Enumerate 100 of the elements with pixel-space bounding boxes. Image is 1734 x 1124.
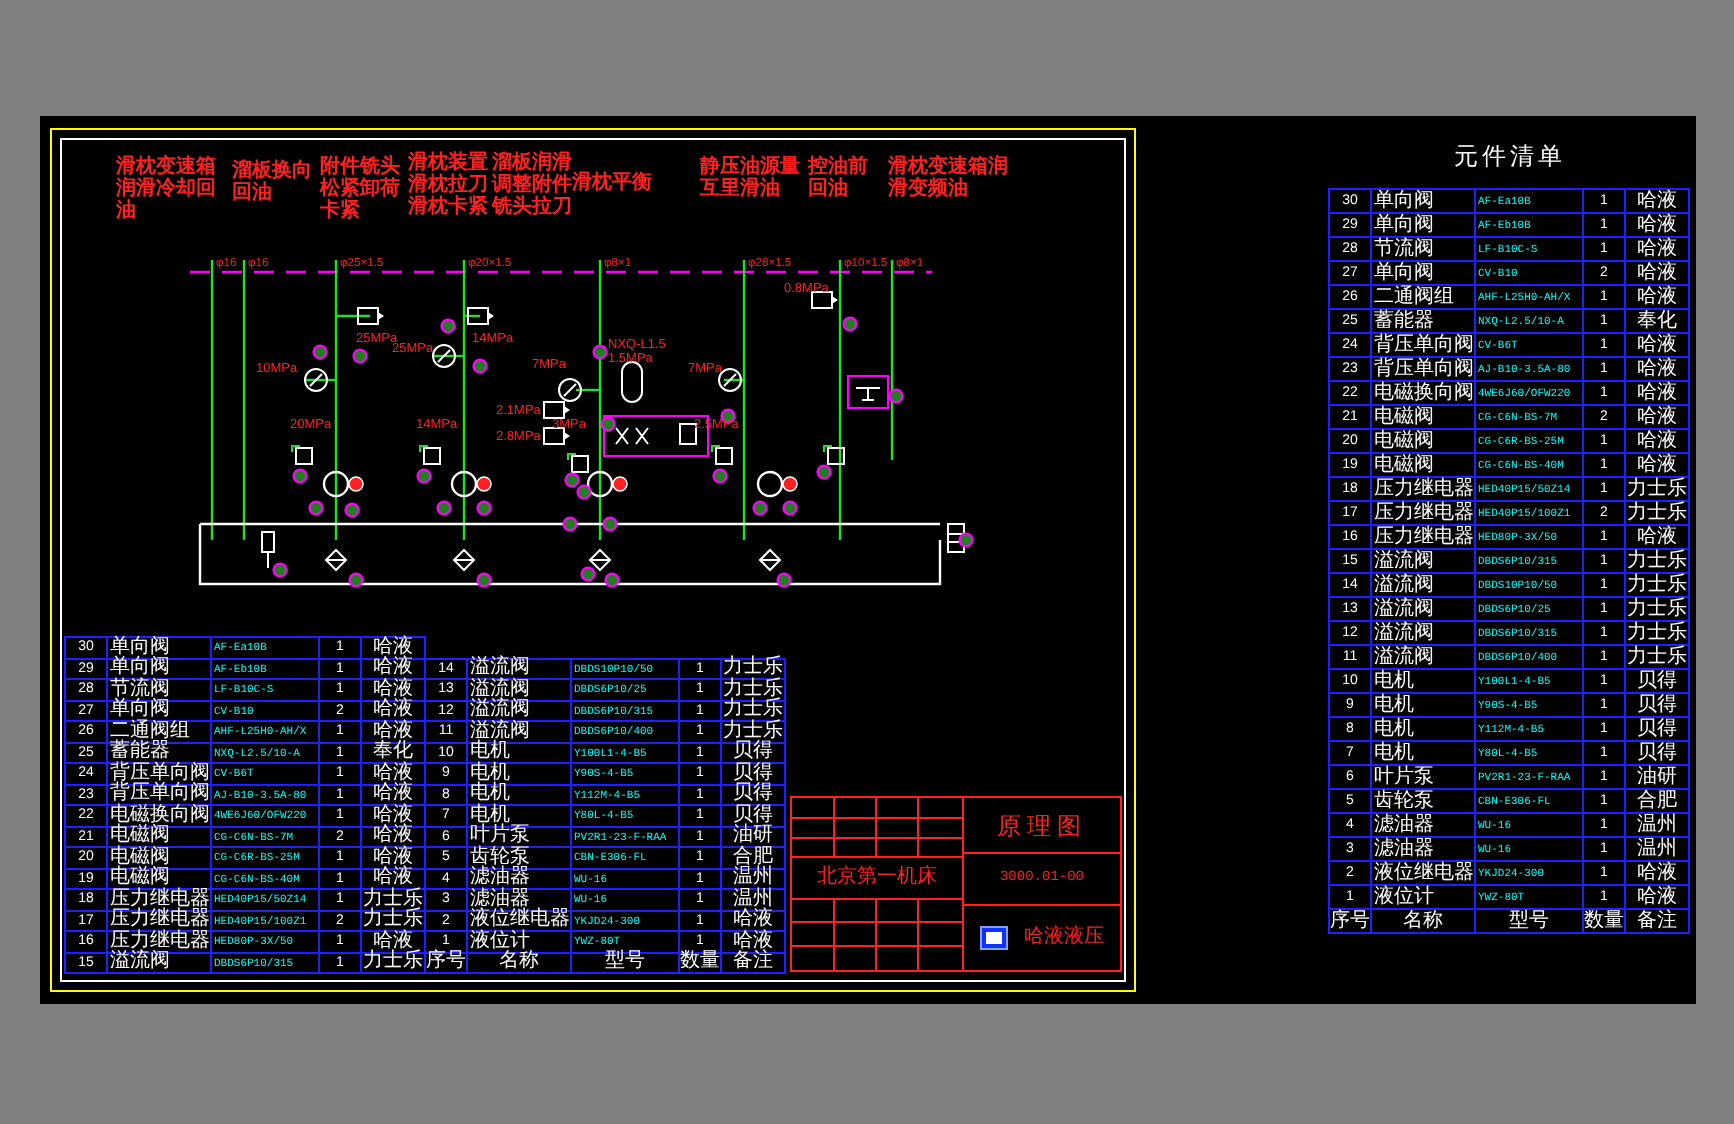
table-cell: 溢流阀 [1372,646,1476,670]
table-cell: 电机 [1372,694,1476,718]
table-cell: 单向阀 [108,659,212,680]
column-header: 备注 [722,953,786,974]
table-cell: 油研 [722,827,786,848]
table-cell: 单向阀 [1372,190,1476,214]
table-cell: 电机 [1372,670,1476,694]
table-cell: 哈液 [1626,526,1690,550]
table-cell: 温州 [1626,814,1690,838]
table-cell: 油研 [1626,766,1690,790]
table-cell: 哈液 [722,911,786,932]
table-cell: 背压单向阀 [108,785,212,806]
table-cell: 电磁阀 [1372,454,1476,478]
table-cell: 哈液 [1626,238,1690,262]
table-cell: 电磁阀 [108,869,212,890]
table-cell: 滤油器 [1372,838,1476,862]
table-cell: 温州 [722,869,786,890]
table-cell: 蓄能器 [108,743,212,764]
table-cell: 单向阀 [1372,262,1476,286]
table-cell: 力士乐 [362,911,426,932]
column-header: 序号 [426,953,468,974]
pipe-annotation: 滑枕装置滑枕拉刀滑枕卡紧 [408,152,488,218]
pipe-annotation: 控油前回油 [808,156,868,200]
table-cell: 二通阀组 [1372,286,1476,310]
table-cell: 电机 [1372,718,1476,742]
table-cell: 液位继电器 [1372,862,1476,886]
column-header: 名称 [468,953,572,974]
table-cell: 液位计 [1372,886,1476,910]
table-cell: 哈液 [1626,286,1690,310]
manufacturer-name: 哈液液压 [1024,928,1104,948]
pipe-annotation: 滑枕平衡 [572,172,654,194]
table-cell: 齿轮泵 [1372,790,1476,814]
table-cell: 电机 [468,743,572,764]
table-cell: 滤油器 [468,869,572,890]
table-cell: 压力继电器 [1372,502,1476,526]
table-cell: 哈液 [362,659,426,680]
table-cell: 哈液 [1626,382,1690,406]
table-cell: 液位计 [468,932,572,953]
table-cell: 叶片泵 [468,827,572,848]
column-header: 型号 [1476,910,1584,934]
table-cell: 贝得 [1626,718,1690,742]
table-cell: 哈液 [362,827,426,848]
table-cell: 电磁阀 [1372,430,1476,454]
column-header: 序号 [1330,910,1372,934]
pipe-annotation: 溜板换向回油 [232,160,314,204]
column-header: 数量 [1584,910,1626,934]
parts-list-title: 元件清单 [1454,144,1566,168]
table-cell: 力士乐 [362,953,426,974]
table-cell: 力士乐 [1626,646,1690,670]
table-cell: 单向阀 [1372,214,1476,238]
table-cell: 电磁阀 [1372,406,1476,430]
table-cell: 溢流阀 [1372,598,1476,622]
table-cell: 电机 [1372,742,1476,766]
table-cell: 奉化 [362,743,426,764]
table-cell: 贝得 [1626,694,1690,718]
table-cell: 力士乐 [1626,478,1690,502]
table-cell: 哈液 [362,722,426,743]
table-cell: 液位继电器 [468,911,572,932]
table-cell: 叶片泵 [1372,766,1476,790]
table-cell: 哈液 [1626,454,1690,478]
table-cell: 溢流阀 [468,701,572,722]
table-cell: 贝得 [1626,742,1690,766]
table-cell: 力士乐 [1626,574,1690,598]
table-cell: 背压单向阀 [1372,358,1476,382]
pipe-annotation: 静压油源量互里滑油 [700,156,800,200]
table-cell: 哈液 [1626,190,1690,214]
pipe-annotation: 附件铣头松紧卸荷卡紧 [320,156,400,222]
table-cell: 力士乐 [722,701,786,722]
column-header: 型号 [572,953,680,974]
table-cell: 力士乐 [722,659,786,680]
table-cell: 贝得 [1626,670,1690,694]
table-cell: 哈液 [1626,358,1690,382]
table-cell: 溢流阀 [1372,550,1476,574]
table-cell: 电磁阀 [108,827,212,848]
table-cell: 哈液 [1626,406,1690,430]
table-cell: 贝得 [722,785,786,806]
table-cell: 电磁换向阀 [1372,382,1476,406]
table-cell: 力士乐 [1626,502,1690,526]
table-cell: 哈液 [1626,430,1690,454]
table-cell: 溢流阀 [108,953,212,974]
table-cell: 压力继电器 [108,911,212,932]
table-cell: 压力继电器 [1372,526,1476,550]
column-header: 备注 [1626,910,1690,934]
table-cell: 蓄能器 [1372,310,1476,334]
table-cell: 哈液 [362,701,426,722]
pipe-annotation: 溜板润滑调整附件铣头拉刀 [492,152,572,218]
table-cell: 单向阀 [108,701,212,722]
table-cell: 力士乐 [722,722,786,743]
table-cell: 哈液 [362,785,426,806]
table-cell: 节流阀 [1372,238,1476,262]
pipe-annotation: 滑枕变速箱润滑冷却回油 [116,156,218,222]
table-cell: 溢流阀 [468,659,572,680]
table-cell: 哈液 [1626,886,1690,910]
table-cell: 贝得 [722,743,786,764]
table-cell: 温州 [1626,838,1690,862]
company-name: 北京第一机床 [817,868,937,888]
table-cell: 压力继电器 [1372,478,1476,502]
table-cell: 溢流阀 [1372,622,1476,646]
table-cell: 溢流阀 [1372,574,1476,598]
drawing-name: 原理图 [997,813,1087,837]
